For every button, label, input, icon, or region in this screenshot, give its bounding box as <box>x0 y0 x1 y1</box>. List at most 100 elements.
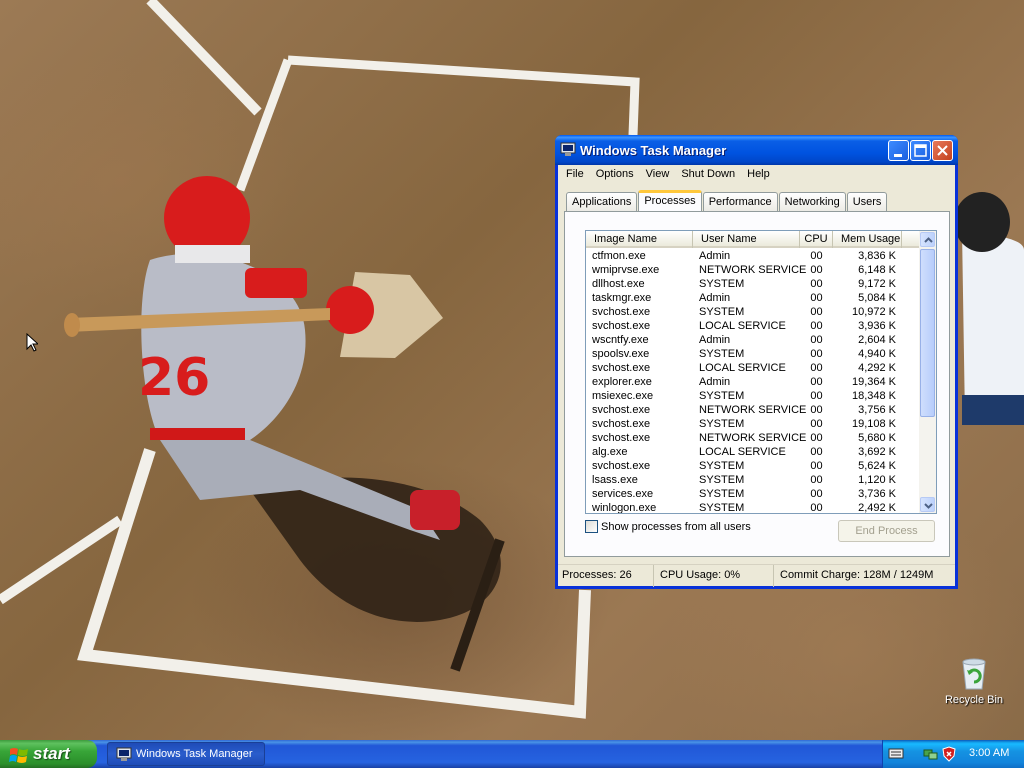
column-mem-usage[interactable]: Mem Usage <box>833 231 902 248</box>
process-list[interactable]: Image Name User Name CPU Mem Usage ctfmo… <box>585 230 937 514</box>
table-row[interactable]: explorer.exe Admin 00 19,364 K <box>586 376 919 390</box>
menu-file[interactable]: File <box>560 165 590 185</box>
desktop-icon-recycle-bin[interactable]: Recycle Bin <box>939 656 1009 706</box>
table-row[interactable]: services.exe SYSTEM 00 3,736 K <box>586 488 919 502</box>
table-row[interactable]: dllhost.exe SYSTEM 00 9,172 K <box>586 278 919 292</box>
table-row[interactable]: taskmgr.exe Admin 00 5,084 K <box>586 292 919 306</box>
minimize-icon <box>894 154 902 157</box>
table-row[interactable]: svchost.exe SYSTEM 00 19,108 K <box>586 418 919 432</box>
end-process-button[interactable]: End Process <box>838 520 935 542</box>
process-mem-usage: 2,492 K <box>858 502 896 514</box>
process-mem-usage: 5,680 K <box>858 432 896 444</box>
process-mem-usage: 4,292 K <box>858 362 896 374</box>
process-cpu: 00 <box>810 502 823 514</box>
process-cpu: 00 <box>810 432 823 444</box>
process-user-name: SYSTEM <box>699 278 745 290</box>
start-button[interactable]: start <box>0 740 97 768</box>
show-all-users-label[interactable]: Show processes from all users <box>601 521 751 533</box>
process-image-name: wmiprvse.exe <box>592 264 660 276</box>
process-image-name: alg.exe <box>592 446 628 458</box>
process-cpu: 00 <box>810 334 823 346</box>
process-list-header: Image Name User Name CPU Mem Usage <box>586 231 919 248</box>
scroll-down-button[interactable] <box>920 497 935 512</box>
menu-help[interactable]: Help <box>741 165 776 185</box>
column-image-name[interactable]: Image Name <box>586 231 693 248</box>
maximize-icon <box>914 144 927 157</box>
taskbar-button-label: Windows Task Manager <box>136 748 253 760</box>
process-list-scrollbar[interactable] <box>919 231 936 513</box>
menu-options[interactable]: Options <box>590 165 640 185</box>
process-image-name: svchost.exe <box>592 320 651 332</box>
table-row[interactable]: svchost.exe LOCAL SERVICE 00 4,292 K <box>586 362 919 376</box>
menu-view[interactable]: View <box>640 165 676 185</box>
show-all-users-checkbox[interactable] <box>585 520 598 533</box>
process-mem-usage: 3,692 K <box>858 446 896 458</box>
process-mem-usage: 2,604 K <box>858 334 896 346</box>
tab-networking[interactable]: Networking <box>778 192 846 211</box>
process-mem-usage: 3,756 K <box>858 404 896 416</box>
scroll-up-button[interactable] <box>920 232 935 247</box>
tab-processes[interactable]: Processes <box>638 190 702 211</box>
table-row[interactable]: msiexec.exe SYSTEM 00 18,348 K <box>586 390 919 404</box>
scroll-thumb[interactable] <box>920 249 935 417</box>
tab-users[interactable]: Users <box>846 192 888 211</box>
table-row[interactable]: ctfmon.exe Admin 00 3,836 K <box>586 250 919 264</box>
process-user-name: NETWORK SERVICE <box>699 264 807 276</box>
table-row[interactable]: svchost.exe LOCAL SERVICE 00 3,936 K <box>586 320 919 334</box>
process-cpu: 00 <box>810 460 823 472</box>
network-icon[interactable] <box>923 746 939 762</box>
window-title: Windows Task Manager <box>580 143 727 158</box>
table-row[interactable]: svchost.exe NETWORK SERVICE 00 3,756 K <box>586 404 919 418</box>
table-row[interactable]: svchost.exe NETWORK SERVICE 00 5,680 K <box>586 432 919 446</box>
process-user-name: SYSTEM <box>699 348 745 360</box>
tab-performance[interactable]: Performance <box>702 192 778 211</box>
process-image-name: svchost.exe <box>592 432 651 444</box>
minimize-button[interactable] <box>888 140 909 161</box>
table-row[interactable]: lsass.exe SYSTEM 00 1,120 K <box>586 474 919 488</box>
table-row[interactable]: spoolsv.exe SYSTEM 00 4,940 K <box>586 348 919 362</box>
tab-strip: Applications Processes Performance Netwo… <box>566 190 888 211</box>
process-user-name: Admin <box>699 334 731 346</box>
table-row[interactable]: wmiprvse.exe NETWORK SERVICE 00 6,148 K <box>586 264 919 278</box>
recycle-bin-icon <box>962 658 986 690</box>
process-user-name: SYSTEM <box>699 460 745 472</box>
tab-applications[interactable]: Applications <box>566 192 638 211</box>
task-manager-icon <box>116 747 132 761</box>
show-all-users-option[interactable]: Show processes from all users <box>585 520 751 533</box>
keyboard-icon[interactable] <box>888 746 904 760</box>
column-cpu[interactable]: CPU <box>800 231 833 248</box>
column-user-name[interactable]: User Name <box>693 231 800 248</box>
process-image-name: svchost.exe <box>592 460 651 472</box>
process-cpu: 00 <box>810 320 823 332</box>
table-row[interactable]: wscntfy.exe Admin 00 2,604 K <box>586 334 919 348</box>
taskbar-button-task-manager[interactable]: Windows Task Manager <box>107 742 265 766</box>
table-row[interactable]: svchost.exe SYSTEM 00 5,624 K <box>586 460 919 474</box>
windows-logo-icon <box>9 748 28 763</box>
security-shield-icon[interactable] <box>941 746 957 762</box>
svg-text:26: 26 <box>138 348 210 408</box>
process-user-name: NETWORK SERVICE <box>699 404 807 416</box>
process-user-name: SYSTEM <box>699 474 745 486</box>
process-user-name: Admin <box>699 292 731 304</box>
process-cpu: 00 <box>810 362 823 374</box>
process-cpu: 00 <box>810 418 823 430</box>
process-image-name: wscntfy.exe <box>592 334 649 346</box>
table-row[interactable]: alg.exe LOCAL SERVICE 00 3,692 K <box>586 446 919 460</box>
menu-shut-down[interactable]: Shut Down <box>675 165 741 185</box>
status-processes: Processes: 26 <box>558 565 654 587</box>
process-user-name: SYSTEM <box>699 502 745 514</box>
table-row[interactable]: svchost.exe SYSTEM 00 10,972 K <box>586 306 919 320</box>
status-cpu-usage: CPU Usage: 0% <box>654 565 774 587</box>
status-commit-charge: Commit Charge: 128M / 1249M <box>780 569 934 581</box>
task-manager-window: Windows Task Manager File Options View S… <box>555 135 958 589</box>
close-button[interactable] <box>932 140 953 161</box>
table-row[interactable]: winlogon.exe SYSTEM 00 2,492 K <box>586 502 919 514</box>
title-bar[interactable]: Windows Task Manager <box>555 135 958 165</box>
maximize-button[interactable] <box>910 140 931 161</box>
process-mem-usage: 9,172 K <box>858 278 896 290</box>
chevron-down-icon <box>924 503 933 509</box>
process-user-name: SYSTEM <box>699 418 745 430</box>
process-mem-usage: 4,940 K <box>858 348 896 360</box>
process-cpu: 00 <box>810 250 823 262</box>
status-bar: Processes: 26 CPU Usage: 0% Commit Charg… <box>558 564 955 587</box>
